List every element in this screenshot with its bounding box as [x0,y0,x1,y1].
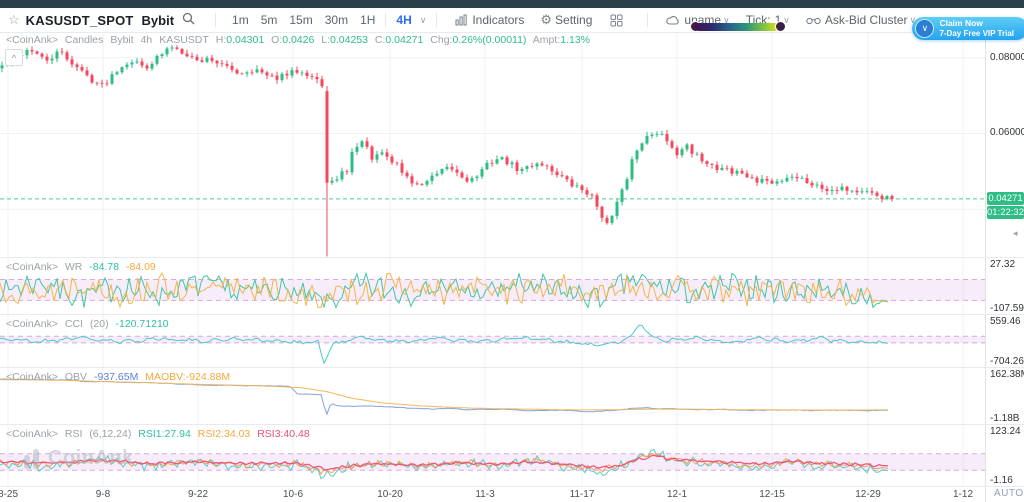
open-value: 0.0426 [282,34,314,46]
claim-line1: Claim Now [939,19,1014,29]
low-value: 0.04253 [330,34,368,46]
rsi1-value: RSI1:27.94 [138,428,191,440]
obv-axis-bottom-label: -1.18B [990,413,1019,424]
indicators-icon [455,14,468,26]
high-value: 0.04301 [226,34,264,46]
svg-text:12-1: 12-1 [667,489,687,500]
rsi3-value: RSI3:40.48 [257,428,310,440]
chart-region: CoinAnk 8-25 9-8 9-22 10-6 10-20 11-3 11-17 12-… [0,32,1024,502]
cloud-icon [666,15,680,26]
timeframe-5m[interactable]: 5m [261,13,278,27]
chevron-down-icon[interactable]: ∨ [420,15,427,26]
rsi-legend: <CoinAnk> RSI (6,12,24) RSI1:27.94 RSI2:… [6,428,314,440]
time-axis-separator [0,486,1024,487]
panel-separator[interactable] [0,424,1024,425]
timeframe-15m[interactable]: 15m [289,13,312,27]
glasses-icon [806,15,821,25]
svg-text:10-6: 10-6 [283,489,303,500]
svg-text:12-29: 12-29 [855,489,881,500]
claim-badge-icon: ∨ [915,19,934,38]
setting-label: Setting [555,13,592,27]
legend-prefix: <CoinAnk> [6,34,58,46]
claim-vip-button[interactable]: ∨ Claim Now 7-Day Free VIP Trial [912,17,1024,40]
svg-text:9-8: 9-8 [96,489,111,500]
setting-button[interactable]: ⚙ Setting [540,12,592,28]
cci-axis-top-label: 559.46 [990,316,1021,327]
askbid-cluster-menu[interactable]: Ask-Bid Cluster ∨ [806,13,916,27]
main-chart-legend: <CoinAnk> Candles Bybit 4h KASUSDT H:0.0… [6,34,594,46]
wr-value-2: -84.09 [126,261,156,273]
svg-text:11-17: 11-17 [570,489,595,500]
wr-value-1: -84.78 [89,261,119,273]
svg-text:1-12: 1-12 [953,489,973,500]
current-price-chip: 0.04271 [987,192,1024,205]
timeframe-1m[interactable]: 1m [232,13,249,27]
exchange-name[interactable]: Bybit [142,13,175,28]
cci-axis-bottom-label: -704.26 [990,356,1024,367]
wr-axis-top-label: 27.32 [990,259,1015,270]
maobv-value: MAOBV:-924.88M [145,371,230,383]
obv-legend: <CoinAnk> OBV -937.65M MAOBV:-924.88M [6,371,234,383]
grid-icon [610,14,623,27]
search-icon[interactable] [182,12,195,28]
amplitude-value: 1.13% [560,34,590,46]
collapse-panel-button[interactable]: ^ [5,49,23,66]
coinank-watermark: CoinAnk [24,447,134,470]
divider [647,13,648,27]
divider [215,13,216,27]
layout-grid-button[interactable] [610,14,627,27]
candle-countdown-chip: 01:22:32 [987,206,1024,219]
svg-text:10-20: 10-20 [377,489,403,500]
panel-left-arrow-icon[interactable]: ◂ [1013,228,1018,239]
wr-axis-bottom-label: -107.59 [990,303,1024,314]
wr-legend: <CoinAnk> WR -84.78 -84.09 [6,261,160,273]
gradient-bar [695,23,781,31]
rsi-axis-bottom-label: -1.16 [990,475,1013,486]
close-value: 0.04271 [385,34,423,46]
change-value: 0.26%(0.00011) [452,34,526,46]
price-tick-label: 0.08000 [990,52,1024,63]
panel-separator[interactable] [0,314,1024,315]
divider [385,13,386,27]
svg-text:12-15: 12-15 [759,489,785,500]
svg-text:9-22: 9-22 [188,489,208,500]
indicators-button[interactable]: Indicators [455,13,524,27]
obv-value: -937.65M [94,371,138,383]
chart-toolbar: ☆ KASUSDT_SPOT Bybit 1m 5m 15m 30m 1H 4H… [0,8,1024,33]
indicators-label: Indicators [472,13,524,27]
symbol-name[interactable]: KASUSDT_SPOT [26,13,134,28]
auto-scale-label[interactable]: AUTO [994,488,1024,499]
timeframe-4h-active[interactable]: 4H [396,13,411,27]
cci-legend: <CoinAnk> CCI (20) -120.71210 [6,318,173,330]
claim-line2: 7-Day Free VIP Trial [939,29,1014,38]
price-tick-label: 0.06000 [990,127,1024,138]
gear-icon: ⚙ [540,12,552,28]
panel-separator[interactable] [0,367,1024,368]
svg-text:8-25: 8-25 [0,489,18,500]
divider [436,13,437,27]
coinank-logo-icon [24,449,42,469]
favorite-star-icon[interactable]: ☆ [8,12,20,28]
timeframe-1h[interactable]: 1H [360,13,375,27]
askbid-label: Ask-Bid Cluster [825,13,908,27]
rsi2-value: RSI2:34.03 [198,428,251,440]
cci-value: -120.71210 [116,318,169,330]
watermark-text: CoinAnk [48,447,134,470]
timeframe-30m[interactable]: 30m [325,13,348,27]
browser-top-strip [0,0,1024,8]
gradient-handle-right[interactable] [775,21,786,32]
panel-separator[interactable] [0,257,1024,258]
svg-text:11-3: 11-3 [475,489,495,500]
rsi-axis-top-label: 123.24 [990,426,1021,437]
obv-axis-top-label: 162.38M [990,369,1024,380]
price-axis[interactable]: AUTO 0.08000 0.06000 27.32 -107.59 559.46 -70… [985,32,1024,502]
heatmap-gradient-control [690,20,786,34]
